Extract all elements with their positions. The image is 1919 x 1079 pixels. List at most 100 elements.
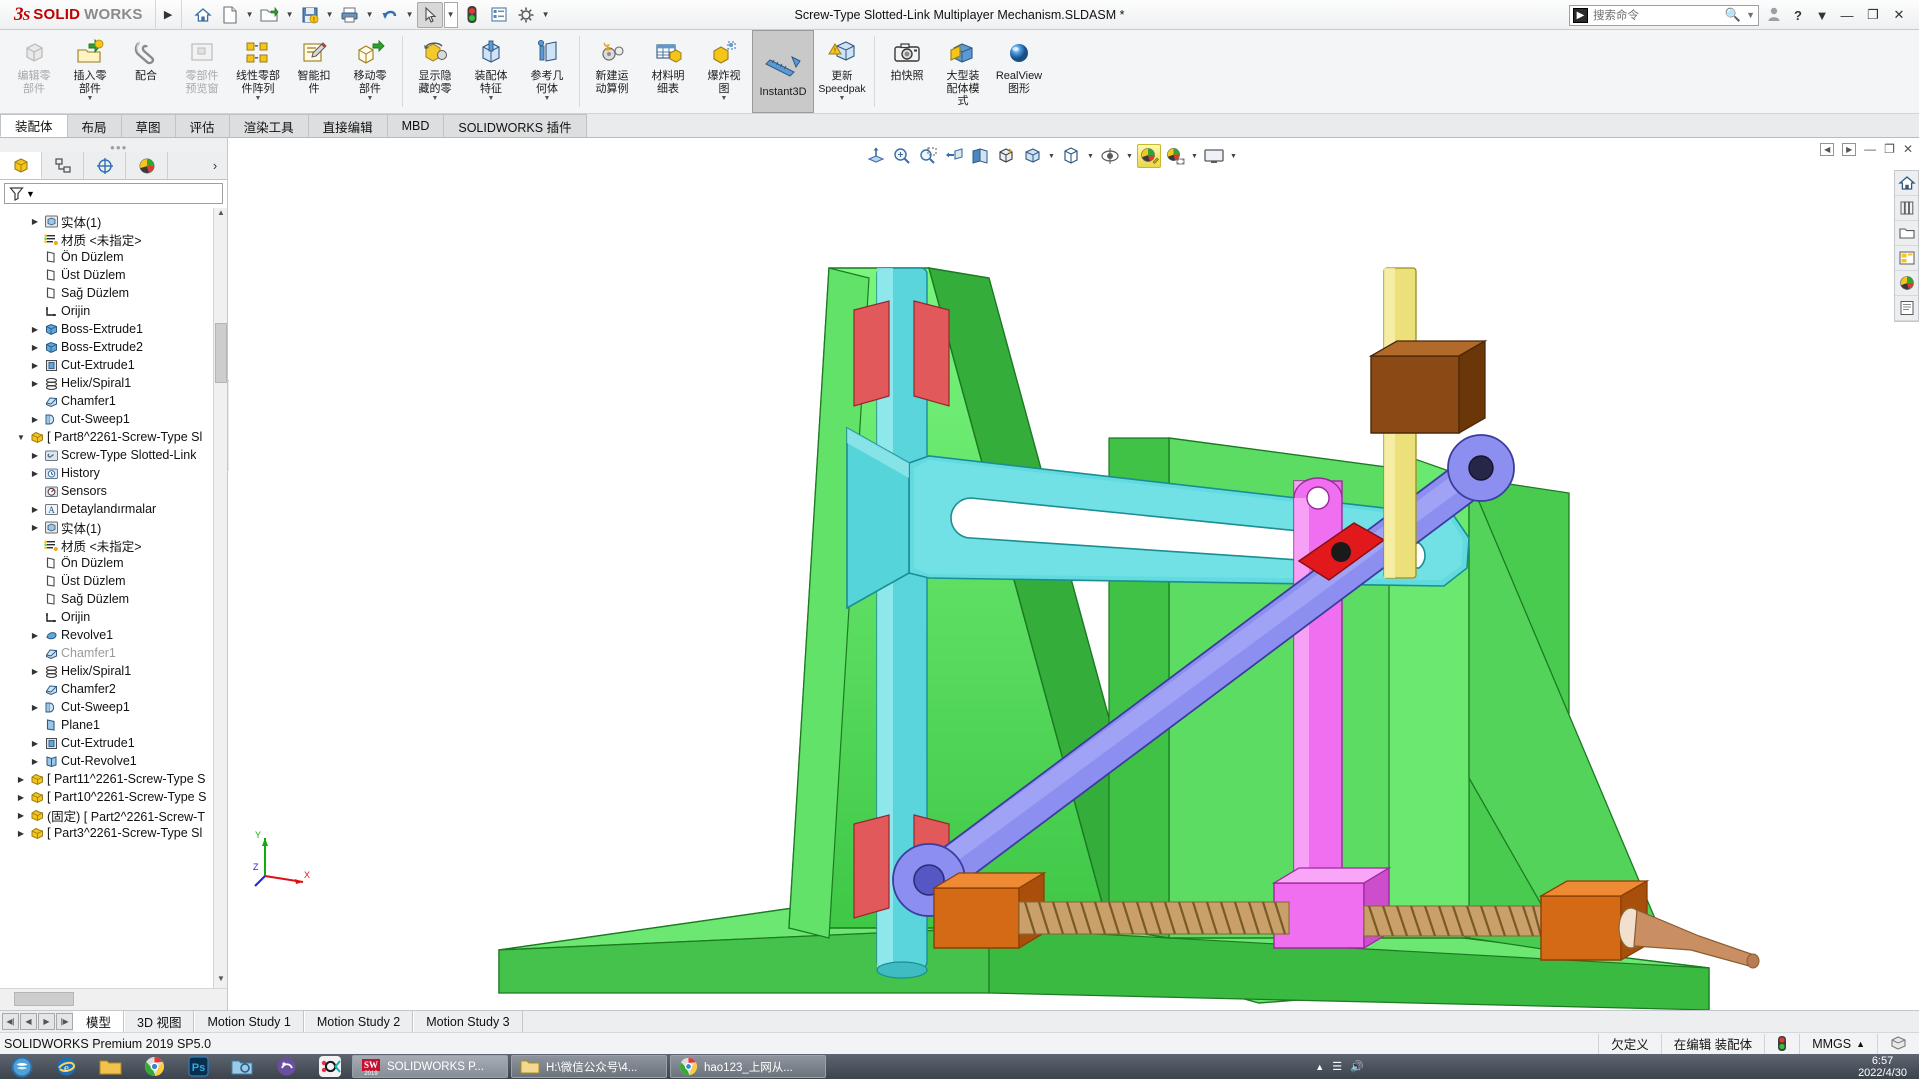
tab-render-tools[interactable]: 渲染工具 bbox=[228, 114, 309, 137]
chevron-right-icon[interactable]: ▶ bbox=[14, 793, 28, 802]
panel-more-tabs-icon[interactable]: › bbox=[203, 152, 227, 179]
tree-item[interactable]: Chamfer1 bbox=[0, 644, 227, 662]
search-dropdown-icon[interactable]: ▼ bbox=[1746, 10, 1755, 20]
chevron-right-icon[interactable]: ▶ bbox=[28, 343, 42, 352]
scroll-up-arrow-icon[interactable]: ▲ bbox=[214, 208, 228, 222]
smart-fasteners-button[interactable]: 智能扣 件 bbox=[286, 30, 342, 113]
bottom-tab-3d-views[interactable]: 3D 视图 bbox=[124, 1011, 195, 1032]
chevron-down-icon[interactable]: ▼ bbox=[839, 95, 846, 102]
home-icon[interactable] bbox=[190, 2, 216, 28]
tree-item[interactable]: ▶ Cut-Extrude1 bbox=[0, 356, 227, 374]
tree-item[interactable]: ▶ Helix/Spiral1 bbox=[0, 662, 227, 680]
unit-system-selector[interactable]: MMGS ▲ bbox=[1799, 1033, 1877, 1054]
chevron-down-icon[interactable]: ▼ bbox=[255, 95, 262, 102]
tree-item[interactable]: Chamfer2 bbox=[0, 680, 227, 698]
options-list-icon[interactable] bbox=[486, 2, 512, 28]
configuration-manager-tab[interactable] bbox=[84, 152, 126, 179]
large-assembly-mode-button[interactable]: 大型装 配体模 式 bbox=[935, 30, 991, 113]
prev-tab-button[interactable]: ◀ bbox=[20, 1013, 37, 1030]
help-dropdown-icon[interactable]: ▼ bbox=[1813, 8, 1831, 23]
move-component-button[interactable]: 移动零 部件 ▼ bbox=[342, 30, 398, 113]
first-tab-button[interactable]: ◀| bbox=[2, 1013, 19, 1030]
new-document-icon[interactable] bbox=[217, 2, 243, 28]
next-tab-button[interactable]: ▶ bbox=[38, 1013, 55, 1030]
chevron-right-icon[interactable]: ▶ bbox=[28, 325, 42, 334]
bottom-tab-motion-study-1[interactable]: Motion Study 1 bbox=[194, 1011, 304, 1032]
feature-tree-filter[interactable]: ▼ bbox=[4, 183, 223, 204]
settings-gear-icon[interactable] bbox=[513, 2, 539, 28]
tree-item[interactable]: ▶ Cut-Sweep1 bbox=[0, 698, 227, 716]
chevron-down-icon[interactable]: ▼ bbox=[367, 95, 374, 102]
chevron-right-icon[interactable]: ▶ bbox=[28, 217, 42, 226]
take-snapshot-button[interactable]: 拍快照 bbox=[879, 30, 935, 113]
chevron-down-icon[interactable]: ▼ bbox=[488, 95, 495, 102]
bottom-tab-motion-study-3[interactable]: Motion Study 3 bbox=[413, 1011, 523, 1032]
tree-item[interactable]: ▶ [ Part11^2261-Screw-Type S bbox=[0, 770, 227, 788]
settings-dropdown-icon[interactable]: ▼ bbox=[540, 2, 552, 28]
instant3d-button[interactable]: Instant3D bbox=[752, 30, 814, 113]
chevron-right-icon[interactable]: ▶ bbox=[28, 361, 42, 370]
chevron-right-icon[interactable]: ▶ bbox=[28, 451, 42, 460]
tree-item[interactable]: ▶ History bbox=[0, 464, 227, 482]
tree-item[interactable]: ▶ [ Part10^2261-Screw-Type S bbox=[0, 788, 227, 806]
chevron-down-icon[interactable]: ▼ bbox=[14, 433, 28, 442]
tree-item[interactable]: 材质 <未指定> bbox=[0, 230, 227, 248]
select-dropdown-icon[interactable]: ▼ bbox=[443, 1, 458, 28]
minimize-button[interactable]: — bbox=[1837, 8, 1857, 23]
last-tab-button[interactable]: |▶ bbox=[56, 1013, 73, 1030]
tree-item[interactable]: Plane1 bbox=[0, 716, 227, 734]
chevron-down-icon[interactable]: ▼ bbox=[87, 95, 94, 102]
tab-layout[interactable]: 布局 bbox=[66, 114, 122, 137]
chevron-right-icon[interactable]: ▶ bbox=[14, 775, 28, 784]
chevron-right-icon[interactable]: ▶ bbox=[28, 379, 42, 388]
tree-item[interactable]: ▶ 实体(1) bbox=[0, 518, 227, 536]
tree-item[interactable]: Üst Düzlem bbox=[0, 266, 227, 284]
tree-item[interactable]: Orijin bbox=[0, 302, 227, 320]
tree-item[interactable]: ▶ Boss-Extrude2 bbox=[0, 338, 227, 356]
panel-drag-bar[interactable]: ●●● bbox=[0, 138, 227, 152]
tab-mbd[interactable]: MBD bbox=[386, 114, 445, 137]
tree-item[interactable]: ▶ Revolve1 bbox=[0, 626, 227, 644]
chevron-right-icon[interactable]: ▶ bbox=[28, 757, 42, 766]
property-manager-tab[interactable] bbox=[42, 152, 84, 179]
tab-direct-editing[interactable]: 直接编辑 bbox=[307, 114, 388, 137]
assembly-3d-model[interactable] bbox=[229, 138, 1919, 1010]
scrollbar-thumb[interactable] bbox=[215, 323, 227, 383]
undo-dropdown-icon[interactable]: ▼ bbox=[404, 2, 416, 28]
tree-item[interactable]: ▼ [ Part8^2261-Screw-Type Sl bbox=[0, 428, 227, 446]
chevron-right-icon[interactable]: ▶ bbox=[28, 469, 42, 478]
tab-assembly[interactable]: 装配体 bbox=[0, 114, 68, 137]
tree-item[interactable]: Ön Düzlem bbox=[0, 554, 227, 572]
display-manager-tab[interactable] bbox=[126, 152, 168, 179]
close-button[interactable]: ✕ bbox=[1889, 7, 1909, 23]
restore-button[interactable]: ❐ bbox=[1863, 7, 1883, 23]
tree-item[interactable]: Sağ Düzlem bbox=[0, 284, 227, 302]
exploded-view-button[interactable]: 爆炸视 图 ▼ bbox=[696, 30, 752, 113]
component-preview-window-button[interactable]: 零部件 预览窗 bbox=[174, 30, 230, 113]
rebuild-traffic-light-icon[interactable] bbox=[1764, 1033, 1799, 1054]
assembly-features-button[interactable]: 装配体 特征 ▼ bbox=[463, 30, 519, 113]
save-icon[interactable]: ! bbox=[297, 2, 323, 28]
feature-tree-scrollbar[interactable]: ▲ ▼ bbox=[213, 208, 227, 988]
taskbar-window-browser[interactable]: hao123_上网从... bbox=[670, 1055, 826, 1078]
chevron-down-icon[interactable]: ▼ bbox=[721, 95, 728, 102]
search-icon[interactable]: 🔍 bbox=[1725, 7, 1741, 23]
tree-item[interactable]: ▶ (固定) [ Part2^2261-Screw-T bbox=[0, 806, 227, 824]
taskbar-window-solidworks[interactable]: SW 2019 SOLIDWORKS P... bbox=[352, 1055, 508, 1078]
chevron-down-icon[interactable]: ▼ bbox=[432, 95, 439, 102]
graphics-viewport[interactable]: ▼ ▼ ▼ ▼ ▼ ◀ ▶ — ❐ ✕ Y X Z bbox=[229, 138, 1919, 1010]
tree-item[interactable]: ▶ A Detaylandırmalar bbox=[0, 500, 227, 518]
open-folder-icon[interactable] bbox=[257, 2, 283, 28]
tree-item[interactable]: ▶ Cut-Sweep1 bbox=[0, 410, 227, 428]
chevron-right-icon[interactable]: ▶ bbox=[28, 703, 42, 712]
chevron-right-icon[interactable]: ▶ bbox=[28, 631, 42, 640]
tree-item[interactable]: Orijin bbox=[0, 608, 227, 626]
feature-tree-hscrollbar[interactable] bbox=[0, 988, 227, 1010]
tree-item[interactable]: ▶ Cut-Revolve1 bbox=[0, 752, 227, 770]
search-input[interactable]: 搜索命令 bbox=[1593, 7, 1639, 23]
print-dropdown-icon[interactable]: ▼ bbox=[364, 2, 376, 28]
tree-item[interactable]: ▶ Boss-Extrude1 bbox=[0, 320, 227, 338]
tab-sketch[interactable]: 草图 bbox=[120, 114, 176, 137]
chevron-right-icon[interactable]: ▶ bbox=[28, 523, 42, 532]
tree-item[interactable]: Ön Düzlem bbox=[0, 248, 227, 266]
